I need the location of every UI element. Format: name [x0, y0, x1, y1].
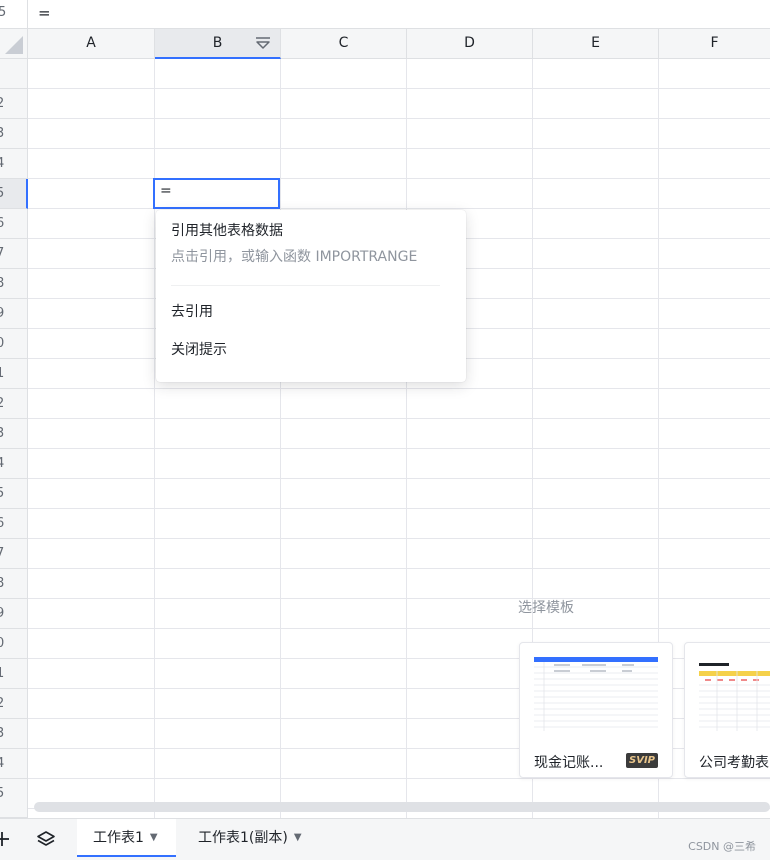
row-header[interactable]: 6 — [0, 509, 28, 539]
grid-line — [28, 538, 770, 539]
row-header[interactable]: 5 — [0, 779, 28, 818]
close-tip-button[interactable]: 关闭提示 — [171, 339, 227, 359]
row-header[interactable]: 3 — [0, 719, 28, 749]
template-card-cash-ledger[interactable]: 现金记账... SVIP — [519, 642, 673, 778]
grid-line — [28, 208, 770, 209]
row-header[interactable]: 0 — [0, 329, 28, 359]
grid-line — [28, 478, 770, 479]
watermark: CSDN @三希 — [688, 840, 756, 853]
row-header[interactable]: 3 — [0, 119, 28, 149]
sheet-tab-label: 工作表1 — [93, 830, 144, 846]
grid-line — [154, 59, 155, 819]
template-thumbnail — [534, 657, 658, 731]
sheet-tab-bar: 工作表1 ▼ 工作表1(副本) ▼ CSDN @三希 — [0, 818, 770, 860]
column-header-d[interactable]: D — [407, 29, 533, 59]
column-header-b[interactable]: B — [155, 29, 281, 59]
popup-subtitle: 点击引用，或输入函数 IMPORTRANGE — [171, 249, 418, 265]
column-header-f[interactable]: F — [659, 29, 770, 59]
row-header[interactable]: 9 — [0, 299, 28, 329]
grid-line — [28, 778, 770, 779]
popup-title: 引用其他表格数据 — [171, 223, 283, 239]
grid-line — [28, 448, 770, 449]
go-reference-button[interactable]: 去引用 — [171, 301, 213, 321]
horizontal-scrollbar[interactable] — [34, 802, 770, 812]
grid-line — [28, 568, 770, 569]
reference-tip-popup: 引用其他表格数据 点击引用，或输入函数 IMPORTRANGE 去引用 关闭提示 — [156, 210, 466, 382]
sheet-tab-2[interactable]: 工作表1(副本) ▼ — [182, 819, 320, 857]
grid-line — [28, 88, 770, 89]
cell-reference[interactable]: 5 — [0, 0, 28, 28]
chevron-down-icon[interactable]: ▼ — [294, 819, 302, 857]
template-card-name: 现金记账... — [534, 755, 604, 771]
sheet-tab-1[interactable]: 工作表1 ▼ — [77, 819, 176, 857]
row-header[interactable]: 9 — [0, 599, 28, 629]
row-header[interactable]: 7 — [0, 539, 28, 569]
popup-divider — [171, 285, 440, 286]
svip-badge: SVIP — [626, 753, 658, 768]
column-header-a[interactable]: A — [28, 29, 155, 59]
formula-bar: 5 = — [0, 0, 770, 29]
row-header[interactable]: 0 — [0, 629, 28, 659]
sheet-layers-icon[interactable] — [36, 829, 56, 849]
row-header[interactable]: 2 — [0, 689, 28, 719]
row-header[interactable]: 1 — [0, 359, 28, 389]
grid-line — [28, 388, 770, 389]
active-cell-b5[interactable]: = — [153, 178, 280, 209]
template-section-label: 选择模板 — [518, 600, 574, 616]
grid-line — [280, 59, 281, 819]
chevron-down-icon[interactable]: ▼ — [150, 819, 158, 857]
row-header[interactable]: 4 — [0, 149, 28, 179]
select-all-triangle-icon — [5, 36, 23, 54]
row-header[interactable]: 7 — [0, 239, 28, 269]
grid-line — [28, 628, 770, 629]
column-header-e[interactable]: E — [533, 29, 659, 59]
row-header[interactable]: 4 — [0, 749, 28, 779]
sheet-tab-label: 工作表1(副本) — [198, 830, 288, 846]
row-header-active[interactable]: 5 — [0, 179, 28, 209]
row-header[interactable]: 4 — [0, 449, 28, 479]
select-all-corner[interactable] — [0, 29, 28, 59]
cell-editor-value: = — [160, 183, 172, 199]
row-header[interactable]: 2 — [0, 89, 28, 119]
column-header-label: B — [212, 35, 223, 51]
row-header[interactable]: 5 — [0, 479, 28, 509]
template-thumbnail — [699, 663, 770, 731]
row-header[interactable]: 3 — [0, 419, 28, 449]
grid-line — [406, 59, 407, 819]
formula-input[interactable]: = — [38, 0, 51, 28]
row-header[interactable] — [0, 59, 28, 89]
grid-line — [28, 178, 770, 179]
grid-line — [28, 118, 770, 119]
row-header[interactable]: 6 — [0, 209, 28, 239]
column-header-c[interactable]: C — [281, 29, 407, 59]
template-card-name: 公司考勤表 — [699, 755, 769, 771]
template-card-attendance[interactable]: 公司考勤表 — [684, 642, 770, 778]
grid-line — [28, 598, 770, 599]
row-header[interactable]: 2 — [0, 389, 28, 419]
add-sheet-icon[interactable] — [0, 829, 12, 849]
grid-line — [28, 418, 770, 419]
row-header[interactable]: 8 — [0, 569, 28, 599]
row-header[interactable]: 8 — [0, 269, 28, 299]
grid-line — [28, 148, 770, 149]
filter-icon[interactable] — [254, 35, 272, 53]
grid-line — [28, 508, 770, 509]
row-header[interactable]: 1 — [0, 659, 28, 689]
